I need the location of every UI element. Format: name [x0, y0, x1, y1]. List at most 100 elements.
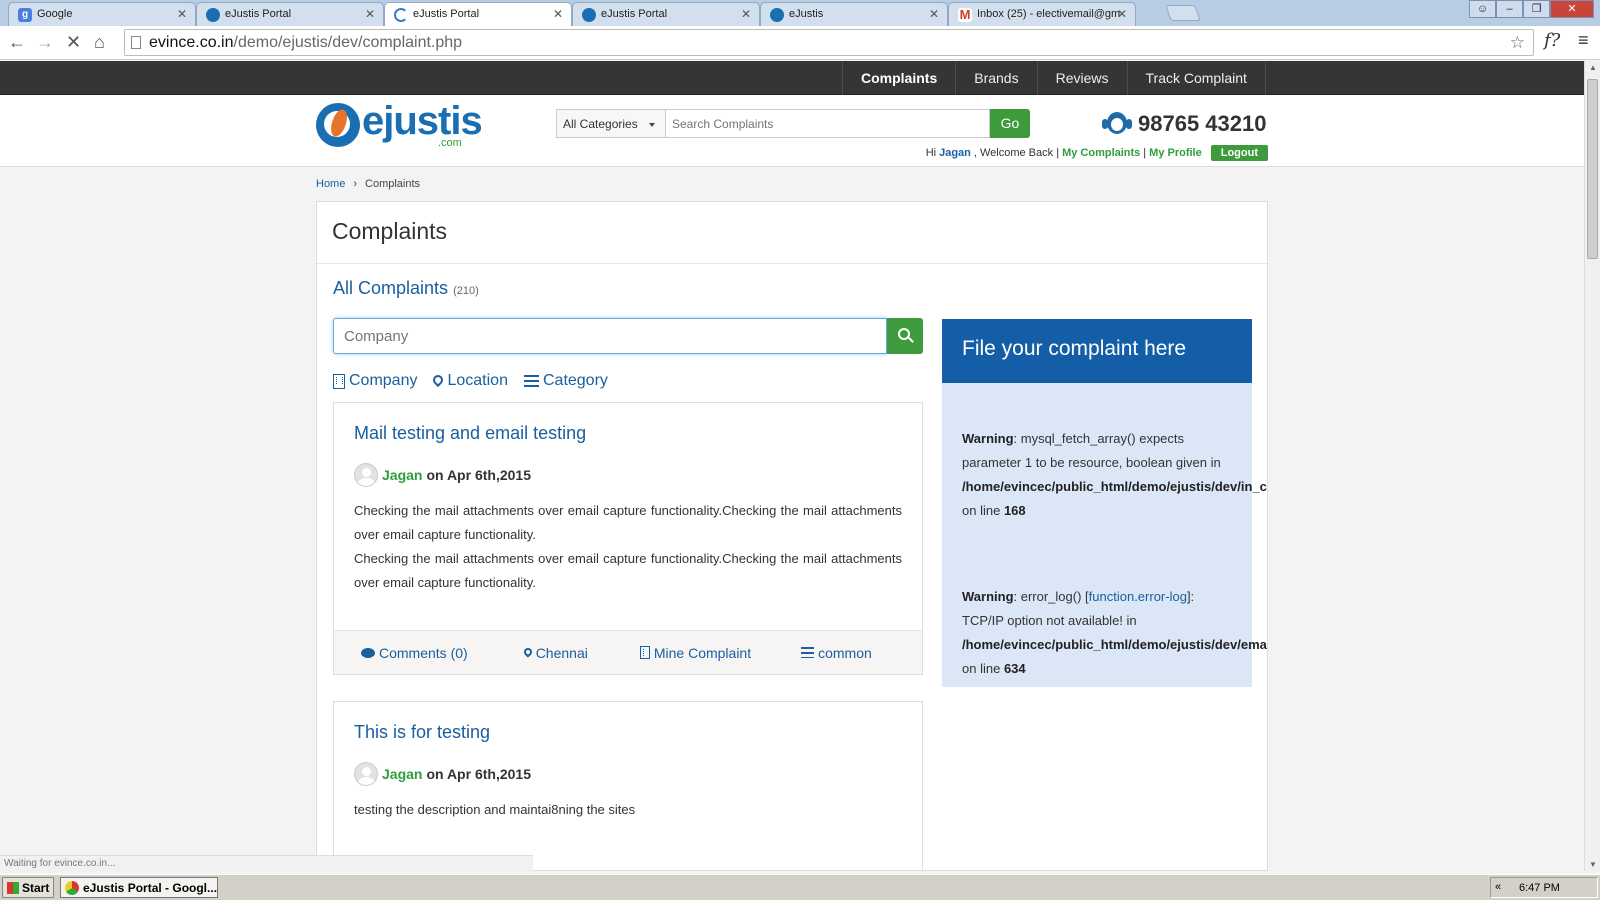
- address-bar[interactable]: evince.co.in/demo/ejustis/dev/complaint.…: [124, 29, 1534, 56]
- file-complaint-box: File your complaint here Warning: mysql_…: [942, 319, 1267, 687]
- browser-tab-gmail[interactable]: M Inbox (25) - electivemail@gm ✕: [948, 2, 1136, 26]
- site-top-nav: Complaints Brands Reviews Track Complain…: [0, 61, 1584, 95]
- close-icon[interactable]: ✕: [1117, 7, 1127, 21]
- browser-tab-ejustis-1[interactable]: eJustis Portal ✕: [196, 2, 384, 26]
- tab-title: eJustis: [789, 8, 824, 20]
- close-icon[interactable]: ✕: [553, 7, 563, 21]
- minimize-button[interactable]: –: [1496, 0, 1523, 18]
- filter-links: Company Location Category: [333, 372, 608, 390]
- loading-spinner-icon: [394, 8, 408, 22]
- complaint-title-link[interactable]: This is for testing: [354, 722, 490, 743]
- php-warning: Warning: error_log() [function.error-log…: [962, 585, 1267, 681]
- nav-reviews[interactable]: Reviews: [1036, 61, 1127, 95]
- header-search: All Categories Go: [556, 109, 1030, 138]
- complaint-body: Checking the mail attachments over email…: [354, 499, 902, 595]
- filter-company[interactable]: Company: [333, 372, 417, 390]
- nav-complaints[interactable]: Complaints: [842, 61, 955, 95]
- menu-icon[interactable]: ≡: [1578, 30, 1589, 51]
- extension-icon[interactable]: f?: [1544, 30, 1560, 51]
- complaint-meta: Jagan on Apr 6th,2015: [354, 463, 531, 487]
- nav-brands[interactable]: Brands: [955, 61, 1036, 95]
- tab-title: eJustis Portal: [413, 8, 480, 20]
- complaint-author-link[interactable]: Jagan: [382, 766, 422, 782]
- scrollbar-thumb[interactable]: [1587, 79, 1598, 259]
- browser-tab-ejustis-active[interactable]: eJustis Portal ✕: [384, 2, 572, 26]
- browser-tab-ejustis-4[interactable]: eJustis ✕: [760, 2, 948, 26]
- location-link[interactable]: Chennai: [522, 645, 588, 661]
- category-select[interactable]: All Categories: [556, 109, 666, 138]
- forward-arrow-icon[interactable]: →: [36, 32, 54, 53]
- breadcrumb-separator: ›: [353, 178, 358, 190]
- ejustis-icon: [206, 8, 220, 22]
- complaint-paragraph: testing the description and maintai8ning…: [354, 802, 636, 817]
- warning-online: on line: [962, 661, 1001, 676]
- warning-label: Warning: [962, 431, 1014, 446]
- search-button[interactable]: [887, 318, 923, 354]
- back-arrow-icon[interactable]: ←: [8, 32, 26, 53]
- bookmark-star-icon[interactable]: ☆: [1510, 33, 1525, 53]
- filter-category[interactable]: Category: [523, 372, 608, 390]
- complaint-body: testing the description and maintai8ning…: [354, 798, 902, 822]
- close-icon[interactable]: ✕: [365, 7, 375, 21]
- window-controls: ☺ – ❐ ✕: [1469, 0, 1594, 18]
- my-profile-link[interactable]: My Profile: [1149, 147, 1202, 159]
- new-tab-button[interactable]: [1165, 5, 1201, 21]
- greeting: Hi: [925, 147, 937, 159]
- all-complaints-heading[interactable]: All Complaints (210): [333, 278, 479, 299]
- comments-link[interactable]: Comments (0): [361, 645, 468, 661]
- restore-button[interactable]: ❐: [1523, 0, 1550, 18]
- scroll-down-icon[interactable]: ▼: [1589, 860, 1597, 869]
- complaints-count: (210): [453, 285, 479, 297]
- user-welcome-bar: Hi Jagan, Welcome Back | My Complaints |…: [926, 145, 1268, 161]
- browser-tab-ejustis-3[interactable]: eJustis Portal ✕: [572, 2, 760, 26]
- browser-tab-google[interactable]: g Google ✕: [8, 2, 196, 26]
- chrome-icon: [65, 881, 79, 895]
- go-button[interactable]: Go: [990, 109, 1030, 138]
- user-name-link[interactable]: Jagan: [939, 147, 971, 159]
- complaint-date: on Apr 6th,2015: [426, 766, 531, 782]
- complaint-footer: Comments (0) Chennai Mine Complaint comm…: [334, 630, 922, 674]
- filter-label: Company: [349, 372, 418, 389]
- building-icon: [333, 373, 345, 389]
- user-icon[interactable]: ☺: [1469, 0, 1496, 18]
- company-link[interactable]: Mine Complaint: [639, 644, 752, 661]
- company-search-input[interactable]: [333, 318, 887, 354]
- complaint-paragraph: Checking the mail attachments over email…: [354, 503, 902, 542]
- page-scrollbar[interactable]: ▲ ▼: [1584, 61, 1600, 871]
- my-complaints-link[interactable]: My Complaints: [1062, 147, 1140, 159]
- tab-title: eJustis Portal: [601, 8, 668, 20]
- file-complaint-heading[interactable]: File your complaint here: [942, 319, 1252, 383]
- category-link[interactable]: common: [801, 645, 872, 661]
- error-log-link[interactable]: function.error-log: [1089, 589, 1187, 604]
- complaint-title-link[interactable]: Mail testing and email testing: [354, 423, 586, 444]
- home-icon[interactable]: ⌂: [94, 32, 105, 53]
- complaint-paragraph: Checking the mail attachments over email…: [354, 551, 902, 590]
- logout-button[interactable]: Logout: [1210, 145, 1268, 161]
- welcome-text: , Welcome Back |: [973, 147, 1060, 159]
- close-icon[interactable]: ✕: [741, 7, 751, 21]
- breadcrumb-home[interactable]: Home: [316, 178, 345, 190]
- taskbar-window-chrome[interactable]: eJustis Portal - Googl...: [60, 877, 218, 898]
- complaints-panel: Complaints All Complaints (210) Company …: [316, 201, 1268, 871]
- scroll-up-icon[interactable]: ▲: [1589, 63, 1597, 72]
- google-icon: g: [18, 8, 32, 22]
- complaint-meta: Jagan on Apr 6th,2015: [354, 762, 531, 786]
- company-label: Mine Complaint: [653, 644, 752, 661]
- search-complaints-input[interactable]: [666, 109, 990, 138]
- loading-status: Waiting for evince.co.in...: [0, 855, 533, 872]
- category-label: common: [818, 644, 872, 661]
- ejustis-logo[interactable]: ejustis .com: [316, 99, 483, 149]
- php-warning: Warning: mysql_fetch_array() expects par…: [962, 427, 1267, 523]
- complaint-author-link[interactable]: Jagan: [382, 467, 422, 483]
- page-title: Complaints: [332, 218, 448, 244]
- nav-track-complaint[interactable]: Track Complaint: [1126, 61, 1266, 95]
- complaint-date: on Apr 6th,2015: [426, 467, 531, 483]
- window-close-button[interactable]: ✕: [1550, 0, 1594, 18]
- start-button[interactable]: Start: [2, 877, 54, 898]
- close-icon[interactable]: ✕: [929, 7, 939, 21]
- filter-location[interactable]: Location: [431, 372, 508, 390]
- close-icon[interactable]: ✕: [177, 7, 187, 21]
- warning-text: : error_log() [: [1013, 589, 1089, 604]
- tray-expand-icon[interactable]: «: [1495, 881, 1501, 893]
- stop-loading-icon[interactable]: ✕: [66, 32, 81, 53]
